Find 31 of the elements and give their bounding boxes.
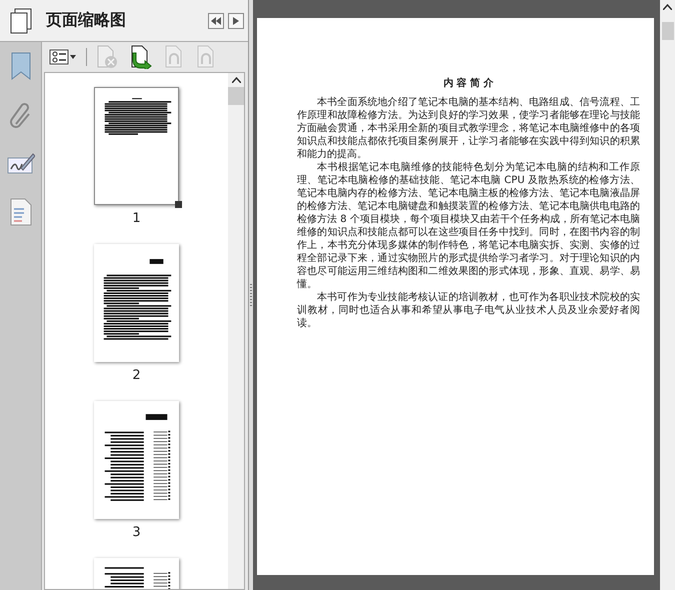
document-icon[interactable] [10, 198, 32, 226]
page-content-drawing [104, 98, 172, 135]
double-left-arrow-icon [211, 16, 221, 24]
page-thumbnail[interactable] [94, 401, 179, 519]
scrollbar-thumb[interactable] [662, 22, 674, 40]
paperclip-icon[interactable] [8, 102, 32, 130]
document-heading: 内 容 简 介 [442, 76, 495, 90]
rotate-left-icon [164, 45, 184, 69]
page-thumbnails-icon[interactable] [10, 8, 32, 34]
rotate-right-icon [196, 45, 216, 69]
up-caret-icon [232, 77, 240, 83]
signature-pen-icon[interactable] [6, 152, 34, 176]
up-caret-icon [663, 4, 672, 10]
scrollbar-thumb[interactable] [228, 87, 244, 105]
delete-page-icon [96, 45, 118, 69]
panel-title: 页面缩略图 [46, 10, 127, 31]
page-number: 2 [132, 368, 141, 383]
expand-panel-button[interactable] [228, 12, 244, 28]
right-arrow-icon [233, 16, 239, 24]
collapse-panel-button[interactable] [208, 12, 224, 28]
page-thumbnail[interactable] [94, 244, 179, 362]
page-content-drawing [104, 567, 170, 589]
page-number: 1 [132, 211, 141, 226]
document-paragraph: 本书根据笔记本电脑维修的技能特色划分为笔记本电脑的结构和工作原理、笔记本电脑检修的基础技能、笔记本电脑 CPU 及散热系统的检修方法、笔记本电脑内存的检修方法、笔记本电脑主板的检修方法、笔记本电脑液晶屏的检修方法、笔记本电脑键盘和触摸装置的检修方法、笔记本电脑供电电路的检修方法 8 个项目模块，每个项目模块又由若干个任务构成，所有笔记本电脑维修的知识点和技能点都可以在这些项目任务中找到。同时，在图书内容的制作上，本书充分体现多媒体的制作特色，将笔记本电脑实拆、实测、实修的过程全部记录下来，通过实物照片的形式提供给学习者学习。对于理论知识的内容也尽可能运用三维结构图和二维效果图的形式体现，形象、直观、易学、易懂。 [297, 161, 640, 291]
page-number: 3 [132, 525, 141, 540]
document-paragraph: 本书全面系统地介绍了笔记本电脑的基本结构、电路组成、信号流程、工作原理和故障检修方法。为达到良好的学习效果，使学习者能够在理论与技能方面融会贯通，本书采用全新的项目式教学理念，将笔记本电脑维修中的各项知识点和技能点都依托项目案例展开，让学习者能够在实践中得到知识的积累和能力的提高。 [297, 96, 640, 161]
document-paragraph: 本书可作为专业技能考核认证的培训教材，也可作为各职业技术院校的实训教材，同时也适合从事和希望从事电子电气从业技术人员及业余爱好者阅读。 [297, 291, 640, 330]
list-options-icon [49, 49, 77, 65]
insert-page-icon [130, 45, 152, 69]
resize-handle-icon[interactable] [175, 201, 182, 208]
page-thumbnail[interactable] [94, 87, 179, 205]
